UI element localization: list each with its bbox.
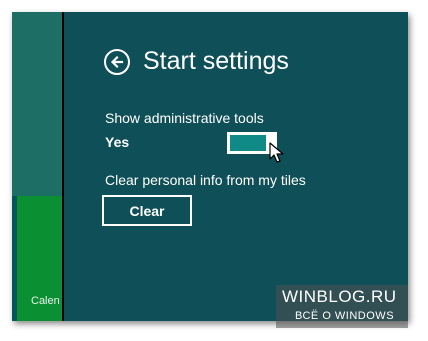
toggle-fill — [230, 135, 266, 151]
watermark-subtitle: ВСЁ О WINDOWS — [295, 310, 395, 322]
admin-tools-state: Yes — [105, 134, 130, 150]
clear-button[interactable]: Clear — [102, 195, 192, 226]
watermark: WINBLOG.RU ВСЁ О WINDOWS — [276, 285, 408, 328]
calendar-tile-label: Calen — [31, 295, 60, 307]
mouse-pointer-icon — [269, 142, 284, 163]
start-screen-strip: Calen — [12, 12, 62, 321]
clear-info-label: Clear personal info from my tiles — [105, 172, 306, 188]
page-title: Start settings — [143, 47, 289, 75]
settings-panel: Start settings Show administrative tools… — [64, 12, 408, 321]
admin-tools-label: Show administrative tools — [105, 110, 264, 126]
back-button[interactable] — [104, 49, 130, 75]
screenshot-frame: Calen Start settings Show administrative… — [12, 12, 408, 321]
watermark-title: WINBLOG.RU — [282, 287, 397, 306]
back-arrow-icon — [110, 55, 124, 69]
start-background — [12, 12, 62, 196]
